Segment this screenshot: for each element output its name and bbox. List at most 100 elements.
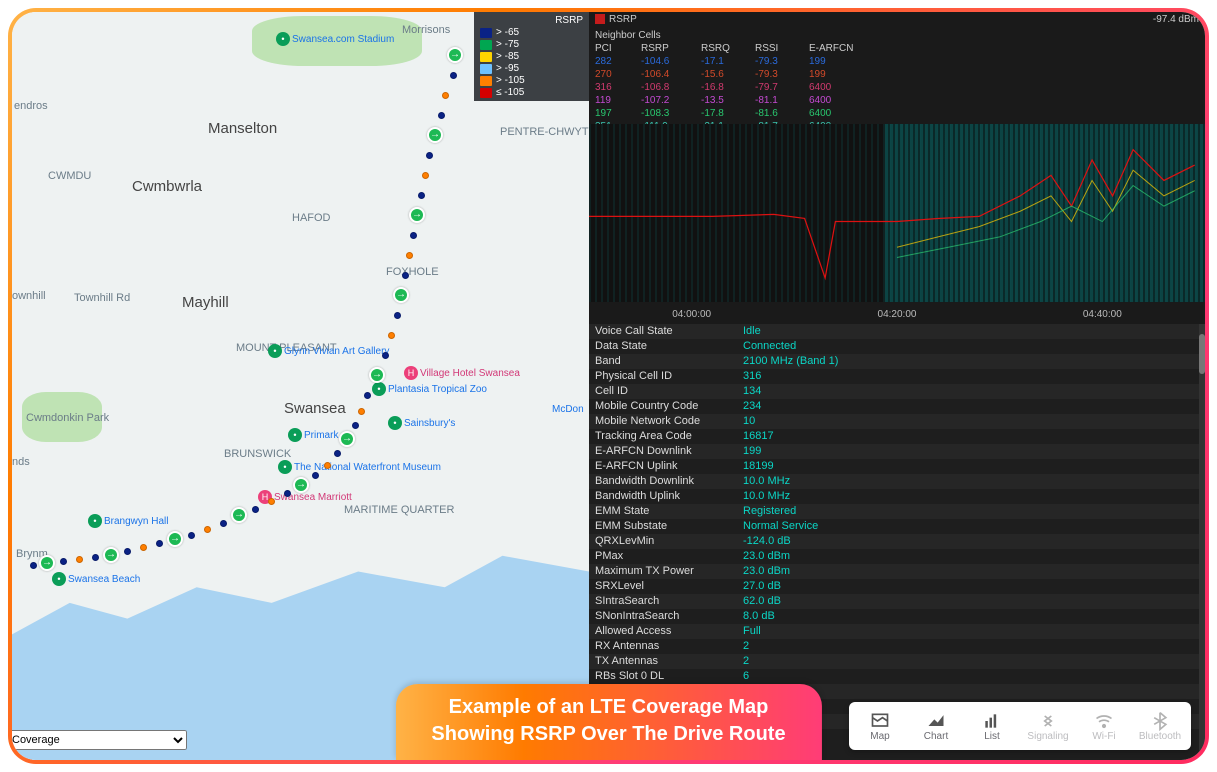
map-place-label: Swansea [284, 400, 346, 417]
nb-col-header: RSRP [641, 42, 701, 55]
route-direction-icon [231, 507, 247, 523]
map-poi[interactable]: •Plantasia Tropical Zoo [372, 382, 487, 396]
param-value: 2100 MHz (Band 1) [743, 354, 1199, 369]
map-place-label: nds [12, 456, 30, 468]
nb-cell: -15.6 [701, 68, 755, 81]
chart-button[interactable]: Chart [913, 711, 959, 742]
chart-icon [925, 711, 947, 731]
param-key: Physical Cell ID [595, 369, 743, 384]
chart-plot-area[interactable] [589, 124, 1205, 302]
param-value: Normal Service [743, 519, 1199, 534]
rsrp-chart-panel[interactable]: RSRP -97.4 dBm Neighbor Cells PCIRSRPRSR… [589, 12, 1205, 324]
param-key: Maximum TX Power [595, 564, 743, 579]
map-place-label: endros [14, 100, 48, 112]
param-value: 23.0 dBm [743, 549, 1199, 564]
nb-cell: -79.3 [755, 68, 809, 81]
map-icon [869, 711, 891, 731]
map-place-label: Cwmbwrla [132, 178, 202, 195]
poi-icon: • [276, 32, 290, 46]
list-button[interactable]: List [969, 711, 1015, 742]
nb-col-header: RSRQ [701, 42, 755, 55]
map-place-label: Townhill Rd [74, 292, 130, 304]
bluetooth-button[interactable]: Bluetooth [1137, 711, 1183, 742]
param-value: Connected [743, 339, 1199, 354]
map-poi[interactable]: •Primark [288, 428, 338, 442]
param-value: 10.0 MHz [743, 489, 1199, 504]
route-sample [352, 422, 359, 429]
map-place-label: MARITIME QUARTER [344, 504, 454, 516]
param-row: SNonIntraSearch8.0 dB [589, 609, 1205, 624]
scrollbar-thumb[interactable] [1199, 334, 1205, 374]
coverage-map[interactable]: endrosCWMDUManseltonCwmbwrlaHAFODMayhill… [12, 12, 589, 760]
map-poi[interactable]: •Swansea Beach [52, 572, 140, 586]
param-key: E-ARFCN Uplink [595, 459, 743, 474]
map-poi[interactable]: HVillage Hotel Swansea [404, 366, 520, 380]
route-sample [188, 532, 195, 539]
map-poi[interactable]: McDon [552, 404, 584, 415]
param-key: SNonIntraSearch [595, 609, 743, 624]
map-place-label: FOXHOLE [386, 266, 439, 278]
nb-cell: -108.3 [641, 107, 701, 120]
route-direction-icon [39, 555, 55, 571]
param-value: -124.0 dB [743, 534, 1199, 549]
param-value: 2 [743, 654, 1199, 669]
neighbor-cells-table: Neighbor Cells PCIRSRPRSRQRSSIE-ARFCN 28… [595, 30, 863, 133]
route-sample [364, 392, 371, 399]
caption-line1: Example of an LTE Coverage Map [431, 694, 785, 721]
legend-row: > -105 [474, 75, 589, 87]
chart-metric-value: -97.4 dBm [1153, 14, 1199, 25]
param-value: Registered [743, 504, 1199, 519]
signaling-button[interactable]: Signaling [1025, 711, 1071, 742]
x-tick: 04:40:00 [1083, 309, 1122, 320]
nb-cell: -81.6 [755, 107, 809, 120]
param-row: TX Antennas2 [589, 654, 1205, 669]
map-place-label: PENTRE-CHWYTH [500, 126, 589, 138]
legend-swatch [480, 76, 492, 86]
param-row: Allowed AccessFull [589, 624, 1205, 639]
map-button[interactable]: Map [857, 711, 903, 742]
route-sample [422, 172, 429, 179]
x-tick: 04:00:00 [672, 309, 711, 320]
nb-cell: 199 [809, 68, 863, 81]
map-poi[interactable]: •Sainsbury's [388, 416, 455, 430]
nb-row: 119-107.2-13.5-81.16400 [595, 94, 863, 107]
view-toolbar: Map Chart List Signaling Wi-Fi Bluetooth [849, 702, 1191, 750]
map-place-label: Cwmdonkin Park [26, 412, 109, 424]
map-layer-select[interactable]: Coverage [12, 730, 187, 750]
nb-cell: -79.7 [755, 81, 809, 94]
nb-cell: 6400 [809, 94, 863, 107]
map-poi[interactable]: •Brangwyn Hall [88, 514, 168, 528]
param-key: Voice Call State [595, 324, 743, 339]
param-row: Maximum TX Power23.0 dBm [589, 564, 1205, 579]
toolbar-label: Signaling [1027, 731, 1068, 742]
route-sample [442, 92, 449, 99]
route-sample [406, 252, 413, 259]
neighbor-cells-title: Neighbor Cells [595, 30, 863, 41]
map-poi[interactable]: •Glynn Vivian Art Gallery [268, 344, 389, 358]
param-row: Voice Call StateIdle [589, 324, 1205, 339]
route-sample [388, 332, 395, 339]
wifi-icon [1093, 711, 1115, 731]
bars-icon [981, 711, 1003, 731]
bt-icon [1149, 711, 1171, 731]
param-value: 62.0 dB [743, 594, 1199, 609]
map-place-label: CWMDU [48, 170, 91, 182]
toolbar-label: List [984, 731, 1000, 742]
param-row: SIntraSearch62.0 dB [589, 594, 1205, 609]
nb-col-header: E-ARFCN [809, 42, 863, 55]
scrollbar[interactable] [1199, 324, 1205, 760]
map-poi[interactable]: •The National Waterfront Museum [278, 460, 441, 474]
x-tick: 04:20:00 [878, 309, 917, 320]
map-poi[interactable]: •Swansea.com Stadium [276, 32, 394, 46]
legend-row: > -95 [474, 63, 589, 75]
param-row: Mobile Network Code10 [589, 414, 1205, 429]
wifi-button[interactable]: Wi-Fi [1081, 711, 1127, 742]
caption-line2: Showing RSRP Over The Drive Route [431, 721, 785, 748]
legend-swatch [480, 28, 492, 38]
param-value: 234 [743, 399, 1199, 414]
legend-row: > -85 [474, 51, 589, 63]
poi-icon: • [88, 514, 102, 528]
route-sample [76, 556, 83, 563]
map-place-label: BRUNSWICK [224, 448, 291, 460]
param-key: PMax [595, 549, 743, 564]
